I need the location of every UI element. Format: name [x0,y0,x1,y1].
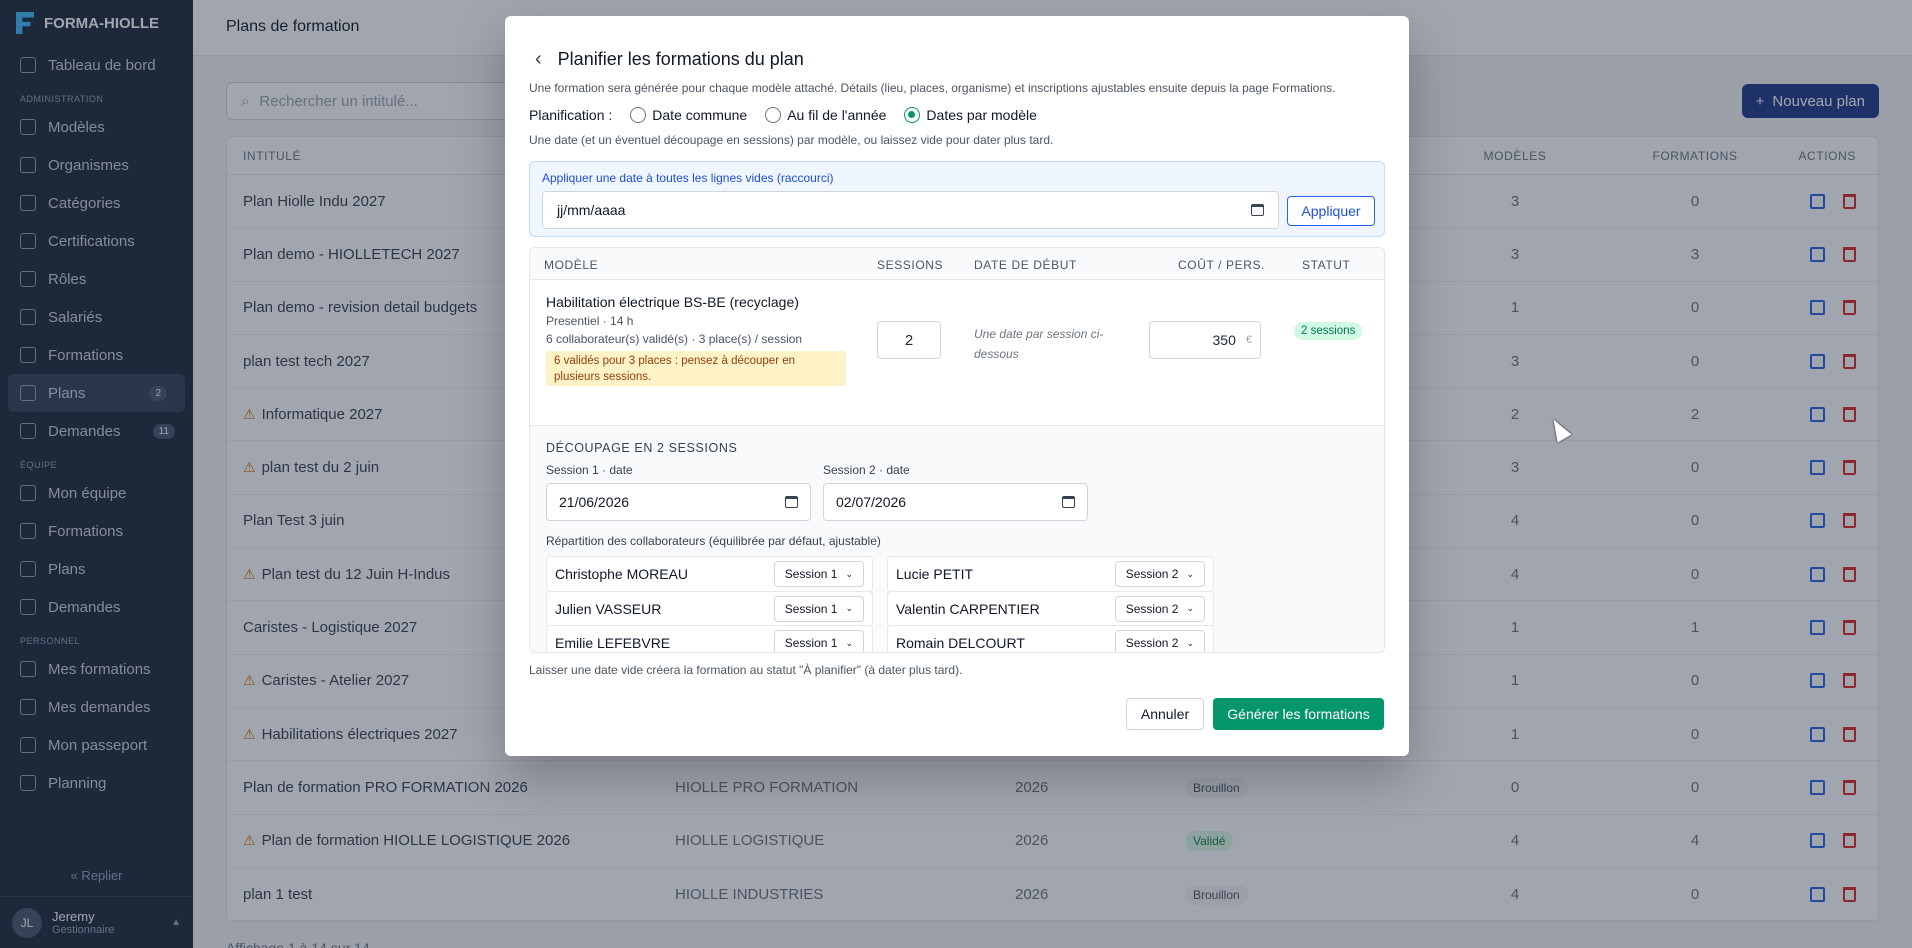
models-table-header: MODÈLE SESSIONS DATE DE DÉBUT COÛT / PER… [530,248,1384,280]
participant-row: Lucie PETIT Session 2 ⌄ [887,556,1214,592]
modal-header: ‹ Planifier les formations du plan [535,48,804,71]
session-1-date-input[interactable]: 21/06/2026 [546,483,811,521]
cancel-button[interactable]: Annuler [1126,698,1204,730]
chevron-down-icon: ⌄ [1186,603,1194,613]
participant-name: Lucie PETIT [896,566,974,582]
apply-date-input[interactable]: jj/mm/aaaa [542,191,1279,229]
model-participants: 6 collaborateur(s) validé(s) · 3 place(s… [546,332,803,346]
generate-button[interactable]: Générer les formations [1213,698,1384,730]
session-select[interactable]: Session 2 ⌄ [1114,561,1205,587]
participant-name: Emilie LEFEBVRE [555,635,671,651]
session-select[interactable]: Session 2 ⌄ [1114,595,1205,622]
participant-row: Valentin CARPENTIER Session 2 ⌄ [887,590,1214,627]
chevron-down-icon: ⌄ [845,603,853,613]
calendar-icon[interactable] [1062,496,1075,508]
split-title: DÉCOUPAGE EN 2 SESSIONS [546,441,738,455]
apply-date-box: Appliquer une date à toutes les lignes v… [529,161,1385,237]
model-title: Habilitation électrique BS-BE (recyclage… [546,294,799,310]
session-select[interactable]: Session 1 ⌄ [773,561,864,587]
status-badge: 2 sessions [1294,322,1363,340]
chevron-down-icon: ⌄ [845,568,853,579]
footer-note: Laisser une date vide créera la formatio… [529,663,963,677]
participant-name: Valentin CARPENTIER [896,600,1040,617]
model-meta: Presentiel · 14 h [546,314,634,328]
session-1-label: Session 1 · date [546,463,633,477]
modal-description: Une formation sera générée pour chaque m… [529,81,1336,95]
modal-title: Planifier les formations du plan [557,49,804,69]
capacity-warning: 6 validés pour 3 places : pensez à décou… [546,351,846,386]
models-table: MODÈLE SESSIONS DATE DE DÉBUT COÛT / PER… [529,247,1385,653]
participant-row: Romain DELCOURT Session 2 ⌄ [887,625,1214,652]
session-2-date-input[interactable]: 02/07/2026 [823,483,1088,521]
sessions-input[interactable]: 2 [877,321,941,359]
repartition-title: Répartition des collaborateurs (équilibr… [546,534,881,548]
participant-name: Julien VASSEUR [555,600,662,617]
planning-options: Planification : Date commune Au fil de l… [529,107,1037,123]
apply-date-title: Appliquer une date à toutes les lignes v… [542,171,834,185]
apply-button[interactable]: Appliquer [1287,196,1375,226]
model-row: Habilitation électrique BS-BE (recyclage… [530,280,1384,426]
session-2-label: Session 2 · date [823,463,910,477]
cost-input[interactable]: 350 € [1149,321,1261,359]
planning-label: Planification : [529,107,613,123]
chevron-down-icon: ⌄ [1186,637,1194,648]
radio-au-fil-annee[interactable] [765,107,782,123]
currency-symbol: € [1245,334,1252,346]
session-split: DÉCOUPAGE EN 2 SESSIONS Session 1 · date… [530,426,1384,652]
calendar-icon[interactable] [1251,204,1264,216]
planning-hint: Une date (et un éventuel découpage en se… [529,133,1054,147]
back-arrow-icon[interactable]: ‹ [535,48,542,71]
participant-row: Christophe MOREAU Session 1 ⌄ [546,556,873,592]
calendar-icon[interactable] [785,496,798,508]
participant-row: Julien VASSEUR Session 1 ⌄ [546,590,873,627]
participant-name: Christophe MOREAU [555,566,689,582]
chevron-down-icon: ⌄ [845,637,853,648]
radio-date-commune[interactable] [630,107,647,123]
session-select[interactable]: Session 1 ⌄ [773,595,864,622]
participant-name: Romain DELCOURT [896,635,1025,651]
session-select[interactable]: Session 1 ⌄ [773,630,864,652]
radio-dates-par-modele[interactable] [904,107,921,123]
date-note: Une date par session ci-dessous [974,327,1104,361]
participant-row: Emilie LEFEBVRE Session 1 ⌄ [546,625,873,652]
plan-scheduling-modal: ‹ Planifier les formations du plan Une f… [505,16,1409,756]
chevron-down-icon: ⌄ [1186,568,1194,579]
session-select[interactable]: Session 2 ⌄ [1114,630,1205,652]
